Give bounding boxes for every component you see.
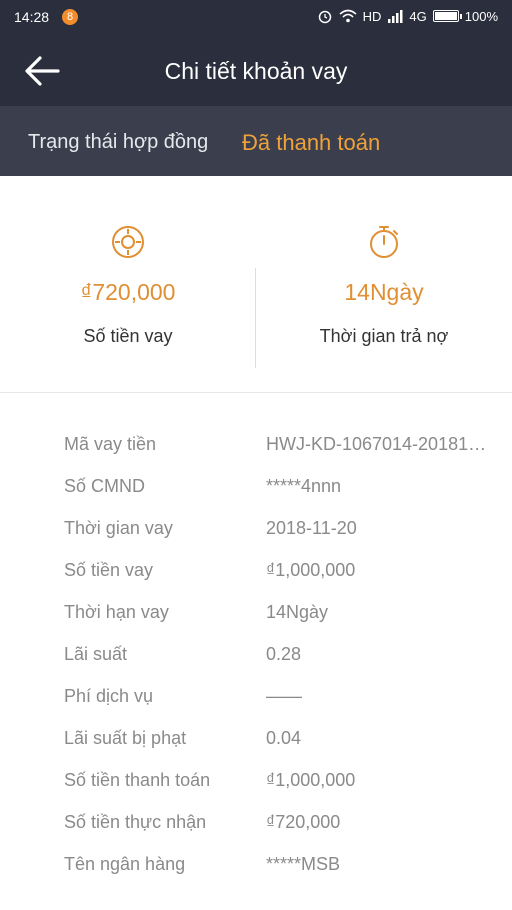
detail-row-received-amount: Số tiền thực nhận ₫720,000 bbox=[0, 812, 512, 854]
wifi-icon bbox=[339, 9, 357, 23]
detail-value: HWJ-KD-1067014-20181… bbox=[266, 434, 487, 454]
detail-row-penalty-rate: Lãi suất bị phạt 0.04 bbox=[0, 728, 512, 770]
detail-row-loan-code: Mã vay tiền HWJ-KD-1067014-20181… bbox=[0, 434, 512, 476]
detail-label: Số tiền thực nhận bbox=[64, 812, 207, 832]
signal-icon bbox=[388, 9, 403, 23]
contract-status-label: Trạng thái hợp đồng bbox=[28, 131, 209, 153]
network-4g-label: 4G bbox=[409, 8, 427, 24]
detail-value: ₫1,000,000 bbox=[266, 560, 356, 580]
detail-row-service-fee: Phí dịch vụ —— bbox=[0, 686, 512, 728]
loan-summary: ₫720,000 Số tiền vay 14Ngày Thời gian tr… bbox=[0, 176, 512, 393]
detail-label: Tên ngân hàng bbox=[64, 854, 186, 874]
detail-row-payment-amount: Số tiền thanh toán ₫1,000,000 bbox=[0, 770, 512, 812]
status-bar: 14:28 8 HD 4G 100% bbox=[0, 0, 512, 36]
detail-label: Số tiền thanh toán bbox=[64, 770, 211, 790]
app-bar: Chi tiết khoản vay bbox=[0, 36, 512, 106]
detail-value: —— bbox=[266, 686, 302, 706]
status-time: 14:28 bbox=[14, 9, 50, 25]
detail-row-bank-name: Tên ngân hàng *****MSB bbox=[0, 854, 512, 896]
detail-value: 0.28 bbox=[266, 644, 302, 664]
stopwatch-icon bbox=[370, 226, 398, 258]
status-icons: HD 4G 100% bbox=[317, 8, 498, 24]
detail-label: Thời gian vay bbox=[64, 518, 173, 538]
detail-label: Lãi suất bị phạt bbox=[64, 728, 187, 748]
loan-amount-value: ₫720,000 bbox=[80, 279, 176, 305]
detail-label: Mã vay tiền bbox=[64, 434, 157, 454]
contract-status-value: Đã thanh toán bbox=[242, 130, 381, 155]
battery-percent: 100% bbox=[464, 8, 498, 24]
detail-value: 14Ngày bbox=[266, 602, 329, 622]
detail-value: ₫720,000 bbox=[266, 812, 341, 832]
detail-label: Phí dịch vụ bbox=[64, 686, 154, 706]
detail-value: *****4nnn bbox=[266, 476, 342, 496]
network-hd-label: HD bbox=[362, 8, 382, 24]
detail-label: Số tiền vay bbox=[64, 560, 154, 580]
detail-label: Thời hạn vay bbox=[64, 602, 169, 622]
detail-row-loan-amount: Số tiền vay ₫1,000,000 bbox=[0, 560, 512, 602]
detail-row-id-number: Số CMND *****4nnn bbox=[0, 476, 512, 518]
repayment-time-value: 14Ngày bbox=[344, 279, 424, 305]
detail-row-loan-term: Thời hạn vay 14Ngày bbox=[0, 602, 512, 644]
notification-badge-icon: 8 bbox=[62, 9, 78, 25]
detail-value: 0.04 bbox=[266, 728, 302, 748]
loan-amount-label: Số tiền vay bbox=[83, 326, 173, 346]
detail-value: 2018-11-20 bbox=[266, 518, 357, 538]
detail-row-loan-date: Thời gian vay 2018-11-20 bbox=[0, 518, 512, 560]
alarm-icon bbox=[318, 10, 331, 24]
detail-value: *****MSB bbox=[266, 854, 341, 874]
detail-value: ₫1,000,000 bbox=[266, 770, 356, 790]
detail-label: Lãi suất bbox=[64, 644, 128, 664]
detail-label: Số CMND bbox=[64, 476, 146, 496]
battery-icon bbox=[432, 10, 462, 22]
detail-row-interest-rate: Lãi suất 0.28 bbox=[0, 644, 512, 686]
loan-amount-summary: ₫720,000 Số tiền vay bbox=[0, 176, 256, 392]
repayment-time-label: Thời gian trả nợ bbox=[319, 326, 449, 346]
contract-status-bar: Trạng thái hợp đồng Đã thanh toán bbox=[0, 106, 512, 176]
repayment-time-summary: 14Ngày Thời gian trả nợ bbox=[256, 176, 512, 392]
coin-icon bbox=[112, 226, 144, 258]
page-title: Chi tiết khoản vay bbox=[164, 58, 348, 84]
